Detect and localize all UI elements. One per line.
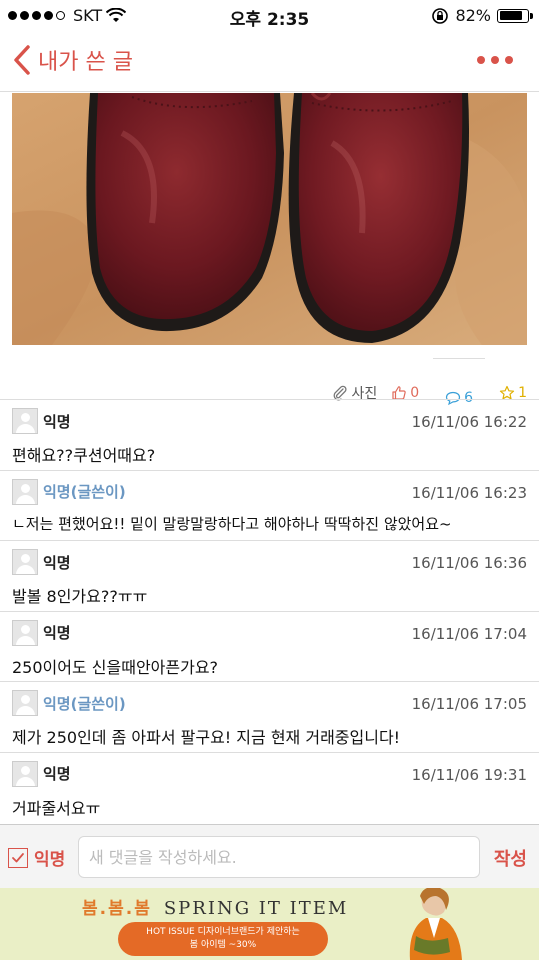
checkmark-icon	[12, 852, 24, 862]
avatar	[12, 619, 38, 646]
anonymous-label: 익명	[34, 850, 66, 870]
comment-author: 익명(글쓴이)	[43, 483, 126, 502]
chevron-left-icon	[14, 45, 30, 75]
avatar	[12, 549, 38, 576]
avatar	[12, 760, 38, 787]
comment-author: 익명	[43, 553, 71, 572]
battery-percent: 82%	[455, 6, 491, 25]
comment-text: 제가 250인데 좀 아파서 팔구요! 지금 현재 거래중입니다!	[12, 728, 401, 748]
comment-date: 16/11/06 16:22	[411, 413, 527, 431]
battery-icon	[497, 8, 533, 23]
comment-list: 익명 16/11/06 16:22 편해요??쿠션어때요? 익명(글쓴이) 16…	[0, 399, 539, 823]
more-dot-icon	[505, 56, 513, 64]
ad-headline-english: SPRING IT ITEM	[163, 898, 349, 919]
comment-date: 16/11/06 16:23	[411, 483, 527, 502]
comment-text: ㄴ저는 편했어요!! 밑이 말랑말랑하다고 해야하나 딱딱하진 않았어요~	[12, 514, 452, 533]
battery-group: 82%	[431, 6, 533, 25]
comment-author: 익명	[43, 765, 71, 784]
comment-text: 거파줄서요ㅠ	[12, 798, 101, 818]
comment-author: 익명	[43, 412, 71, 431]
more-dot-icon	[491, 56, 499, 64]
comment-date: 16/11/06 17:04	[411, 624, 527, 643]
anonymous-toggle[interactable]: 익명	[8, 845, 65, 870]
comment-text: 편해요??쿠션어때요?	[12, 446, 156, 465]
comment-item[interactable]: 익명(글쓴이) 16/11/06 17:05 제가 250인데 좀 아파서 팔구…	[0, 681, 539, 752]
comment-item[interactable]: 익명(글쓴이) 16/11/06 16:23 ㄴ저는 편했어요!! 밑이 말랑말…	[0, 469, 539, 541]
avatar	[12, 690, 38, 717]
anonymous-checkbox[interactable]	[8, 847, 28, 868]
page-title: 내가 쓴 글	[38, 50, 133, 75]
comment-date: 16/11/06 16:36	[411, 554, 527, 573]
ad-promo-pill: HOT ISSUE 디자이너브랜드가 제안하는 봄 아이템 ~30%	[118, 922, 328, 956]
more-dot-icon	[477, 56, 485, 64]
more-options-button[interactable]	[477, 56, 513, 64]
comment-item[interactable]: 익명 16/11/06 19:31 거파줄서요ㅠ	[0, 751, 539, 823]
ad-model-image	[409, 888, 462, 960]
comment-author: 익명(글쓴이)	[43, 694, 126, 713]
comment-item[interactable]: 익명 16/11/06 16:22 편해요??쿠션어때요?	[0, 399, 539, 470]
post-photo[interactable]	[12, 93, 527, 345]
shoes-photo-image	[12, 93, 527, 345]
comment-text: 발볼 8인가요??ㅠㅠ	[12, 587, 148, 607]
avatar	[12, 478, 38, 505]
ad-headline: 봄.봄.봄 SPRING IT ITEM	[82, 894, 348, 919]
back-button[interactable]: 내가 쓴 글	[12, 44, 133, 76]
comment-input-bar: 익명 작성	[0, 824, 539, 888]
avatar	[12, 408, 38, 434]
nav-bar: 내가 쓴 글	[0, 30, 539, 92]
comment-text: 250이어도 신을때안아픈가요?	[12, 657, 219, 677]
submit-comment-button[interactable]: 작성	[494, 845, 527, 871]
comment-date: 16/11/06 19:31	[411, 765, 527, 784]
comment-item[interactable]: 익명 16/11/06 16:36 발볼 8인가요??ㅠㅠ	[0, 540, 539, 611]
ad-promo-line-1: HOT ISSUE 디자이너브랜드가 제안하는	[146, 927, 300, 937]
comment-date: 16/11/06 17:05	[411, 695, 527, 714]
comment-author: 익명	[43, 624, 71, 643]
comment-item[interactable]: 익명 16/11/06 17:04 250이어도 신을때안아픈가요?	[0, 610, 539, 682]
ad-promo-line-2: 봄 아이템 ~30%	[189, 940, 257, 950]
ad-banner[interactable]: 봄.봄.봄 SPRING IT ITEM HOT ISSUE 디자이너브랜드가 …	[0, 888, 539, 960]
comment-input[interactable]	[78, 836, 480, 878]
ad-headline-korean: 봄.봄.봄	[82, 899, 152, 919]
orientation-lock-icon	[432, 7, 449, 24]
status-bar: SKT 오후 2:35 82%	[0, 0, 539, 30]
